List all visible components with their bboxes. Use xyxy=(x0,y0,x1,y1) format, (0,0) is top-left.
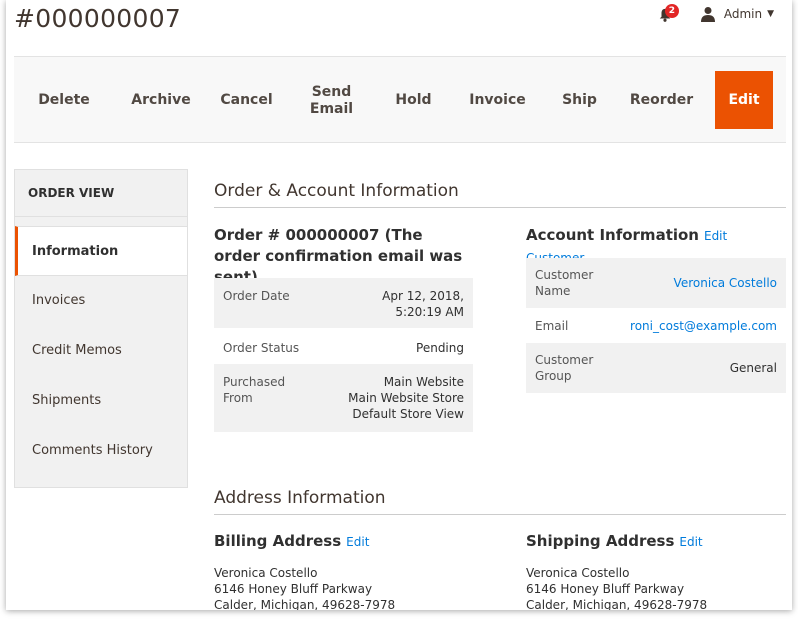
order-status-value: Pending xyxy=(416,341,464,355)
billing-address: Veronica Costello 6146 Honey Bluff Parkw… xyxy=(214,565,395,610)
action-toolbar: Delete Archive Cancel Send Email Hold In… xyxy=(14,56,786,143)
table-row: Customer Group General xyxy=(526,343,786,393)
admin-frame: #000000007 2 Admin ▼ Delete Archive Canc… xyxy=(6,0,792,610)
shipping-line: Calder, Michigan, 49628-7978 xyxy=(526,598,708,610)
edit-shipping-link[interactable]: Edit xyxy=(679,535,702,549)
edit-button[interactable]: Edit xyxy=(715,71,773,129)
ship-button[interactable]: Ship xyxy=(552,57,607,144)
account-info-table: Customer Name Veronica Costello Email ro… xyxy=(526,258,786,394)
order-status-label: Order Status xyxy=(223,341,300,355)
billing-line: Calder, Michigan, 49628-7978 xyxy=(214,598,396,610)
table-row: Customer Name Veronica Costello xyxy=(526,258,786,308)
header-actions: 2 Admin ▼ xyxy=(658,4,774,22)
shipping-line: 6146 Honey Bluff Parkway xyxy=(526,582,685,596)
email-link[interactable]: roni_cost@example.com xyxy=(630,318,777,334)
send-email-button[interactable]: Send Email xyxy=(299,57,364,144)
shipping-heading: Shipping Address xyxy=(526,532,675,550)
billing-heading: Billing Address xyxy=(214,532,342,550)
shipping-address: Veronica Costello 6146 Honey Bluff Parkw… xyxy=(526,565,707,610)
notification-badge: 2 xyxy=(664,4,679,18)
cancel-button[interactable]: Cancel xyxy=(214,57,279,144)
user-icon xyxy=(700,7,715,22)
billing-line: Veronica Costello xyxy=(214,566,318,580)
table-row: Email roni_cost@example.com xyxy=(526,308,786,343)
shipping-line: Veronica Costello xyxy=(526,566,630,580)
customer-name-label: Customer Name xyxy=(535,268,594,298)
customer-group-value: General xyxy=(729,361,777,375)
order-date-label: Order Date xyxy=(223,289,290,303)
billing-line: 6146 Honey Bluff Parkway xyxy=(214,582,373,596)
order-account-section-title: Order & Account Information xyxy=(214,181,459,201)
section-divider xyxy=(214,207,786,208)
invoice-button[interactable]: Invoice xyxy=(460,57,535,144)
sidebar-item-credit-memos[interactable]: Credit Memos xyxy=(15,326,187,376)
table-row: Purchased From Main Website Main Website… xyxy=(214,364,473,432)
order-info-table: Order Date Apr 12, 2018, 5:20:19 AM Orde… xyxy=(214,278,473,433)
customer-name-link[interactable]: Veronica Costello xyxy=(674,275,777,291)
chevron-down-icon: ▼ xyxy=(767,9,774,19)
purchased-from-value: Main Website Main Website Store Default … xyxy=(348,375,464,421)
section-divider xyxy=(214,514,786,515)
sidebar-item-invoices[interactable]: Invoices xyxy=(15,276,187,326)
notifications-button[interactable]: 2 xyxy=(658,4,679,22)
customer-group-label: Customer Group xyxy=(535,353,594,383)
delete-button[interactable]: Delete xyxy=(34,57,94,144)
email-label: Email xyxy=(535,319,569,333)
page-title: #000000007 xyxy=(14,4,182,33)
edit-billing-link[interactable]: Edit xyxy=(346,535,369,549)
billing-heading-row: Billing Address Edit xyxy=(214,531,369,553)
user-menu[interactable]: Admin ▼ xyxy=(700,6,774,22)
shipping-heading-row: Shipping Address Edit xyxy=(526,531,703,553)
purchased-from-label: Purchased From xyxy=(223,375,286,405)
order-view-sidebar: ORDER VIEW Information Invoices Credit M… xyxy=(14,169,188,488)
archive-button[interactable]: Archive xyxy=(121,57,201,144)
sidebar-title: ORDER VIEW xyxy=(15,170,187,217)
order-date-value: Apr 12, 2018, 5:20:19 AM xyxy=(382,289,464,319)
table-row: Order Date Apr 12, 2018, 5:20:19 AM xyxy=(214,278,473,328)
reorder-button[interactable]: Reorder xyxy=(624,57,699,144)
sidebar-item-shipments[interactable]: Shipments xyxy=(15,376,187,426)
user-name: Admin xyxy=(723,7,763,21)
table-row: Order Status Pending xyxy=(214,328,473,364)
sidebar-item-information[interactable]: Information xyxy=(15,226,187,276)
address-section-title: Address Information xyxy=(214,488,386,508)
account-heading: Account Information xyxy=(526,226,699,244)
sidebar-item-comments-history[interactable]: Comments History xyxy=(15,426,187,476)
hold-button[interactable]: Hold xyxy=(386,57,441,144)
